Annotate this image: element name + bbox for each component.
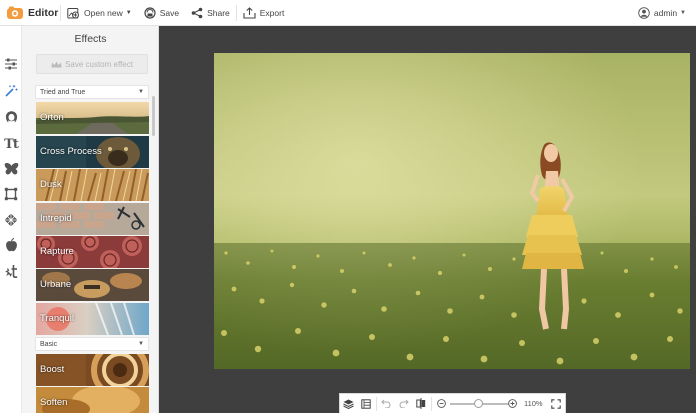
photo-canvas[interactable] [214,53,690,369]
effect-label: Tranquil [40,313,74,324]
category-label: Basic [40,340,58,348]
toolbar-divider [375,396,377,411]
rail-item-graphics[interactable] [2,160,20,178]
effect-label: Cross Process [40,146,102,157]
rail-item-themes[interactable] [2,236,20,254]
effect-urbane[interactable]: Urbane [36,269,149,301]
fullscreen-button[interactable] [548,394,565,413]
rail-item-text[interactable]: Tt [2,135,20,153]
zoom-slider[interactable] [450,394,509,413]
export-icon [243,6,256,19]
panel-title: Effects [74,33,107,45]
chevron-down-icon: ▼ [138,89,144,95]
panel-scrollbar[interactable] [152,96,155,136]
bottom-toolbar: 110% [339,393,566,413]
chevron-down-icon: ▼ [138,341,144,347]
effect-rapture[interactable]: Rapture [36,236,149,268]
user-menu[interactable]: admin ▼ [638,0,686,26]
redo-button[interactable] [395,394,412,413]
open-new-icon [67,7,79,18]
save-icon [144,6,156,19]
user-name: admin [653,8,678,18]
effect-dusk[interactable]: Dusk [36,169,149,201]
crown-icon [51,61,62,67]
effect-label: Rapture [40,246,74,257]
effect-tranquil[interactable]: Tranquil [36,303,149,335]
effect-label: Intrepid [40,213,72,224]
share-icon [191,7,203,18]
brand[interactable]: Editor [0,6,60,20]
export-label: Export [259,7,285,18]
texture-icon [4,213,18,227]
photo-image [214,53,690,369]
rail-item-frames[interactable] [2,185,20,203]
open-new-button[interactable]: Open new ▼ [61,0,138,26]
toolbar-divider [431,396,432,411]
text-icon: Tt [4,136,19,152]
zoom-slider-handle[interactable] [474,398,484,408]
compare-icon [416,398,426,409]
app-logo-icon [6,6,24,20]
effect-orton[interactable]: Orton [36,102,149,134]
effect-soften[interactable]: Soften [36,387,149,413]
open-new-label: Open new [84,7,123,18]
top-toolbar: Editor Open new ▼ Save Share Export admi… [0,0,696,26]
rail-item-basic-edits[interactable] [2,55,20,73]
undo-icon [381,399,391,408]
effect-boost[interactable]: Boost [36,354,149,386]
app-title: Editor [28,6,59,19]
undo-button[interactable] [378,394,395,413]
compare-button[interactable] [413,394,430,413]
zoom-in-icon [507,399,517,408]
layers-button[interactable] [340,394,357,413]
touchup-icon [4,265,17,278]
user-avatar-icon [638,7,650,19]
effect-label: Dusk [40,179,62,190]
butterfly-icon [4,163,18,175]
frame-icon [4,187,18,201]
chevron-down-icon: ▼ [680,10,686,16]
rail-item-touch-up[interactable] [2,108,20,126]
canvas-area [159,26,696,413]
save-label: Save [159,7,180,18]
rail-item-seasonal[interactable] [2,262,20,280]
zoom-out-button[interactable] [433,394,450,413]
zoom-out-icon [437,399,447,408]
face-icon [5,110,17,123]
history-button[interactable] [357,394,374,413]
save-button[interactable]: Save [138,0,185,26]
chevron-down-icon: ▼ [125,9,132,16]
sliders-icon [5,58,17,70]
share-button[interactable]: Share [185,0,236,26]
effect-cross-process[interactable]: Cross Process [36,136,149,168]
effects-panel: Effects Save custom effect Tried and Tru… [22,26,159,413]
save-custom-effect-label: Save custom effect [65,59,133,69]
effect-label: Boost [40,364,65,375]
zoom-level: 110% [523,399,543,408]
magic-wand-icon [5,85,18,97]
apple-icon [5,238,17,252]
layers-icon [343,399,354,409]
fullscreen-icon [551,398,562,409]
rail-item-effects[interactable] [2,82,20,100]
category-label: Tried and True [40,88,86,96]
effect-label: Urbane [40,279,72,290]
effect-label: Soften [40,397,68,408]
category-dropdown-tried-and-true[interactable]: Tried and True ▼ [35,85,149,99]
rail-item-textures[interactable] [2,211,20,229]
share-label: Share [207,7,230,18]
history-icon [361,398,371,409]
tool-rail: Tt [0,26,22,413]
save-custom-effect-button[interactable]: Save custom effect [36,54,148,74]
export-button[interactable]: Export [237,0,291,26]
redo-icon [399,399,409,408]
effect-intrepid[interactable]: Intrepid [36,203,149,235]
category-dropdown-basic[interactable]: Basic ▼ [35,337,149,351]
effect-label: Orton [40,112,64,123]
